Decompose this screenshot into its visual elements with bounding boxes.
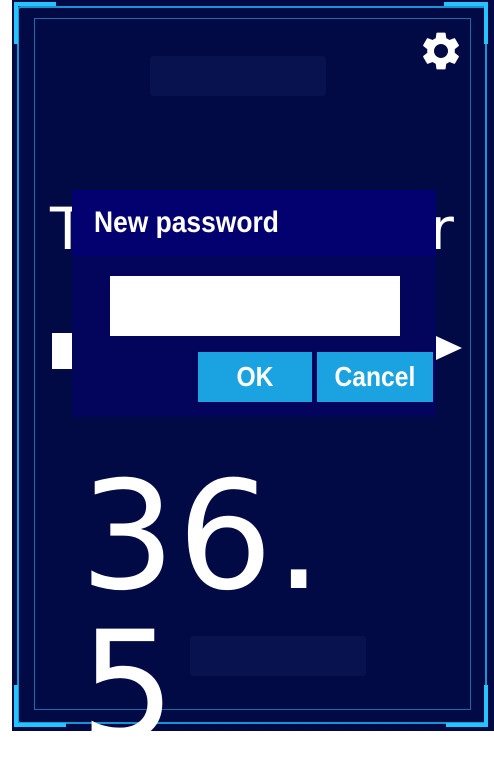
new-password-dialog: New password OK Cancel	[72, 190, 436, 417]
right-triangle-arrow-icon[interactable]	[436, 336, 462, 360]
password-input[interactable]	[110, 276, 400, 336]
gear-icon[interactable]	[418, 28, 464, 74]
dialog-title-bar: New password	[72, 190, 436, 256]
header-placeholder-bar	[150, 56, 326, 96]
temperature-readout: 36. 5	[80, 450, 325, 774]
ok-button[interactable]: OK	[198, 352, 312, 402]
frame-corner-bottom-left	[14, 685, 66, 727]
dialog-title: New password	[94, 206, 279, 239]
frame-corner-bottom-right	[446, 685, 488, 727]
app-screen: T r 36. 5 New password OK Cancel	[0, 0, 494, 762]
cancel-button-label: Cancel	[334, 361, 416, 392]
ok-button-label: OK	[236, 361, 274, 392]
footer-placeholder-bar	[190, 636, 366, 676]
left-indicator	[52, 333, 74, 369]
frame-corner-top-left	[14, 2, 56, 44]
cancel-button[interactable]: Cancel	[317, 352, 433, 402]
